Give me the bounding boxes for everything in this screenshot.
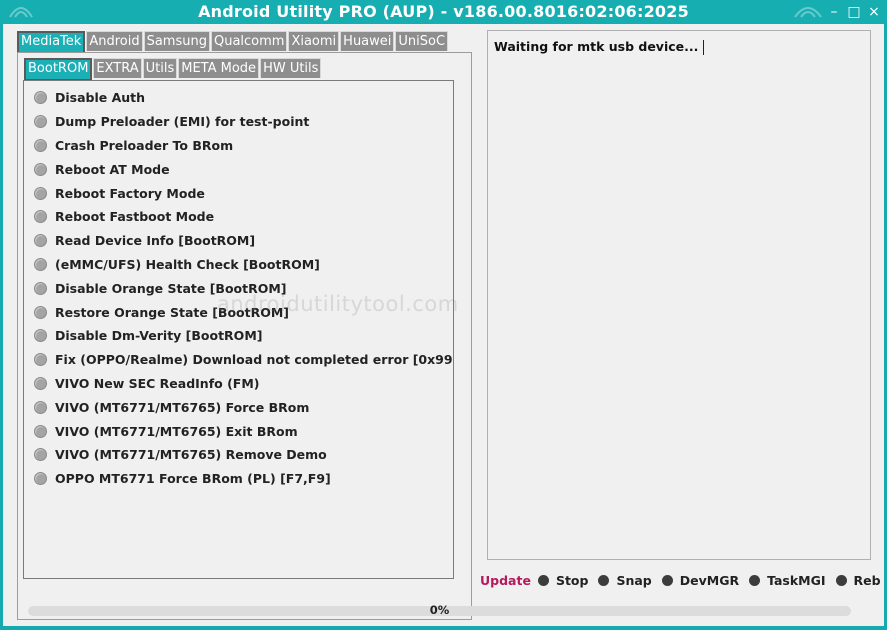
option-health-check[interactable]: (eMMC/UFS) Health Check [BootROM] xyxy=(24,253,453,277)
tab-unisoc[interactable]: UniSoC xyxy=(395,31,449,51)
taskmgr-label: TaskMGI xyxy=(767,572,826,588)
option-label: Reboot Factory Mode xyxy=(55,185,205,201)
option-reboot-at-mode[interactable]: Reboot AT Mode xyxy=(24,157,453,181)
radio-button[interactable] xyxy=(34,448,47,462)
radio-button[interactable] xyxy=(34,329,47,343)
radio-button[interactable] xyxy=(34,186,47,200)
tab-xiaomi[interactable]: Xiaomi xyxy=(288,31,340,51)
text-caret xyxy=(703,40,705,55)
close-button[interactable]: × xyxy=(867,2,881,22)
dot-icon xyxy=(537,574,549,586)
decoration-icon xyxy=(794,7,822,18)
option-disable-auth[interactable]: Disable Auth xyxy=(24,86,453,110)
option-disable-dm-verity[interactable]: Disable Dm-Verity [BootROM] xyxy=(24,324,453,348)
radio-button[interactable] xyxy=(34,257,47,271)
option-reboot-fastboot-mode[interactable]: Reboot Fastboot Mode xyxy=(24,205,453,229)
radio-button[interactable] xyxy=(34,210,47,224)
function-tabs: BootROM EXTRA Utils META Mode HW Utils xyxy=(24,58,322,81)
radio-button[interactable] xyxy=(34,376,47,390)
radio-button[interactable] xyxy=(34,305,47,319)
option-label: Restore Orange State [BootROM] xyxy=(55,304,290,320)
reboot-button[interactable]: Reboot P xyxy=(835,572,880,588)
tab-samsung[interactable]: Samsung xyxy=(143,31,210,51)
option-label: Dump Preloader (EMI) for test-point xyxy=(55,114,310,130)
progress-label: 0% xyxy=(429,603,450,617)
radio-button[interactable] xyxy=(34,400,47,414)
option-label: (eMMC/UFS) Health Check [BootROM] xyxy=(55,256,320,272)
option-label: Disable Auth xyxy=(55,90,146,106)
title-bar: Android Utility PRO (AUP) - v186.00.8016… xyxy=(0,0,887,24)
option-vivo-exit-brom[interactable]: VIVO (MT6771/MT6765) Exit BRom xyxy=(24,419,453,443)
mediatek-panel: BootROM EXTRA Utils META Mode HW Utils D… xyxy=(17,52,472,620)
radio-button[interactable] xyxy=(34,162,47,176)
action-bar: Update Stop Snap DevMGR TaskMGI Reboot P xyxy=(480,572,880,588)
progress-bar: 0% xyxy=(28,603,851,617)
option-label: Disable Dm-Verity [BootROM] xyxy=(55,328,263,344)
stop-button[interactable]: Stop xyxy=(537,572,589,588)
update-link[interactable]: Update xyxy=(480,573,531,588)
dot-icon xyxy=(598,574,610,586)
devmgr-label: DevMGR xyxy=(679,572,740,588)
option-label: VIVO (MT6771/MT6765) Force BRom xyxy=(55,399,310,415)
tab-meta-mode[interactable]: META Mode xyxy=(178,58,260,78)
radio-button[interactable] xyxy=(34,115,47,129)
devmgr-button[interactable]: DevMGR xyxy=(661,572,740,588)
snap-label: Snap xyxy=(616,572,652,588)
dot-icon xyxy=(661,574,673,586)
tab-bootrom[interactable]: BootROM xyxy=(24,58,93,81)
radio-button[interactable] xyxy=(34,91,47,105)
option-label: VIVO (MT6771/MT6765) Remove Demo xyxy=(55,447,327,463)
log-text-line: Waiting for mtk usb device... xyxy=(494,39,705,55)
option-label: Read Device Info [BootROM] xyxy=(55,233,256,249)
radio-button[interactable] xyxy=(34,353,47,367)
tab-huawei[interactable]: Huawei xyxy=(340,31,395,51)
tab-utils[interactable]: Utils xyxy=(142,58,178,78)
radio-button[interactable] xyxy=(34,472,47,486)
option-label: OPPO MT6771 Force BRom (PL) [F7,F9] xyxy=(55,471,331,487)
option-dump-preloader[interactable]: Dump Preloader (EMI) for test-point xyxy=(24,110,453,134)
snap-button[interactable]: Snap xyxy=(598,572,652,588)
option-label: Crash Preloader To BRom xyxy=(55,137,234,153)
option-label: VIVO (MT6771/MT6765) Exit BRom xyxy=(55,423,298,439)
maximize-button[interactable]: □ xyxy=(847,2,861,22)
window-title: Android Utility PRO (AUP) - v186.00.8016… xyxy=(198,2,689,21)
dot-icon xyxy=(835,574,847,586)
log-message: Waiting for mtk usb device... xyxy=(494,39,699,54)
option-disable-orange-state[interactable]: Disable Orange State [BootROM] xyxy=(24,276,453,300)
main-window: MediaTek Android Samsung Qualcomm Xiaomi… xyxy=(3,24,884,626)
options-list: Disable Auth Dump Preloader (EMI) for te… xyxy=(24,86,453,491)
bootrom-options-panel: Disable Auth Dump Preloader (EMI) for te… xyxy=(23,80,454,579)
dot-icon xyxy=(749,574,761,586)
option-reboot-factory-mode[interactable]: Reboot Factory Mode xyxy=(24,181,453,205)
radio-button[interactable] xyxy=(34,424,47,438)
tab-qualcomm[interactable]: Qualcomm xyxy=(210,31,288,51)
option-vivo-force-brom[interactable]: VIVO (MT6771/MT6765) Force BRom xyxy=(24,395,453,419)
tab-mediatek[interactable]: MediaTek xyxy=(17,31,86,54)
option-label: Reboot AT Mode xyxy=(55,161,170,177)
vendor-tabs: MediaTek Android Samsung Qualcomm Xiaomi… xyxy=(17,31,449,54)
option-fix-download-error[interactable]: Fix (OPPO/Realme) Download not completed… xyxy=(24,348,453,372)
tab-hw-utils[interactable]: HW Utils xyxy=(260,58,322,78)
radio-button[interactable] xyxy=(34,281,47,295)
taskmgr-button[interactable]: TaskMGI xyxy=(749,572,826,588)
stop-label: Stop xyxy=(555,572,589,588)
radio-button[interactable] xyxy=(34,234,47,248)
option-label: Disable Orange State [BootROM] xyxy=(55,280,287,296)
option-label: Fix (OPPO/Realme) Download not completed… xyxy=(55,352,453,368)
log-output[interactable]: Waiting for mtk usb device... xyxy=(487,30,871,560)
option-vivo-remove-demo[interactable]: VIVO (MT6771/MT6765) Remove Demo xyxy=(24,443,453,467)
tab-extra[interactable]: EXTRA xyxy=(93,58,142,78)
radio-button[interactable] xyxy=(34,138,47,152)
option-label: VIVO New SEC ReadInfo (FM) xyxy=(55,375,260,391)
option-label: Reboot Fastboot Mode xyxy=(55,209,215,225)
option-crash-preloader[interactable]: Crash Preloader To BRom xyxy=(24,134,453,158)
option-restore-orange-state[interactable]: Restore Orange State [BootROM] xyxy=(24,300,453,324)
minimize-button[interactable]: – xyxy=(827,2,841,22)
option-vivo-sec-readinfo[interactable]: VIVO New SEC ReadInfo (FM) xyxy=(24,372,453,396)
option-read-device-info[interactable]: Read Device Info [BootROM] xyxy=(24,229,453,253)
reboot-label: Reboot P xyxy=(853,572,880,588)
option-oppo-force-brom[interactable]: OPPO MT6771 Force BRom (PL) [F7,F9] xyxy=(24,467,453,491)
tab-android[interactable]: Android xyxy=(86,31,143,51)
